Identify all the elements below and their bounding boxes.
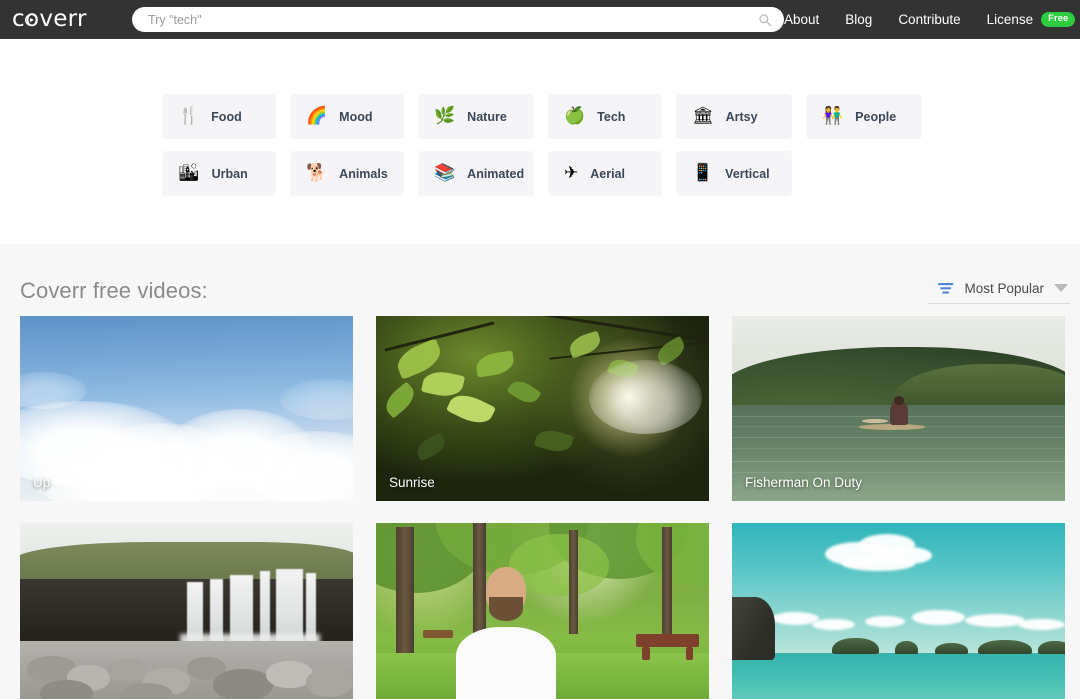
category-label: Artsy xyxy=(725,109,758,124)
logo[interactable]: coverr xyxy=(12,8,108,31)
sort-dropdown[interactable]: Most Popular xyxy=(928,281,1070,304)
rainbow-icon: 🌈 xyxy=(306,106,328,126)
video-gallery: Coverr free videos: Most Popular Up Sunr… xyxy=(0,244,1080,699)
category-label: Vertical xyxy=(725,166,770,181)
video-card[interactable]: Up xyxy=(20,316,353,501)
apple-icon: 🍏 xyxy=(564,106,586,126)
category-chip-nature[interactable]: 🌿 Nature xyxy=(418,94,534,139)
video-thumbnail-up xyxy=(20,316,353,501)
video-thumbnail-waterfall xyxy=(20,523,353,699)
dog-icon: 🐕 xyxy=(306,163,328,183)
sort-lines-icon[interactable] xyxy=(938,282,955,295)
category-chip-mood[interactable]: 🌈 Mood xyxy=(290,94,404,139)
video-card[interactable] xyxy=(20,523,353,699)
video-card[interactable] xyxy=(376,523,709,699)
nav-link-license[interactable]: License xyxy=(987,12,1034,27)
category-label: Nature xyxy=(467,109,507,124)
video-title: Up xyxy=(33,475,51,490)
video-thumbnail-fisherman xyxy=(732,316,1065,501)
category-label: People xyxy=(855,109,897,124)
category-chip-artsy[interactable]: 🏛 Artsy xyxy=(676,94,792,139)
chevron-down-icon[interactable] xyxy=(1054,284,1068,292)
category-label: Aerial xyxy=(590,166,625,181)
category-chip-tech[interactable]: 🍏 Tech xyxy=(548,94,662,139)
nav-link-license-group[interactable]: License Free xyxy=(987,12,1076,27)
site-header: coverr About Blog Contribute License Fre… xyxy=(0,0,1080,39)
video-thumbnail-sunrise xyxy=(376,316,709,501)
category-label: Tech xyxy=(597,109,626,124)
layers-icon: 📚 xyxy=(434,163,456,183)
main-nav: About Blog Contribute License Free xyxy=(784,12,1080,27)
play-circle-icon xyxy=(25,13,37,26)
search-icon[interactable] xyxy=(758,13,772,27)
video-title: Sunrise xyxy=(389,475,435,490)
phone-icon: 📱 xyxy=(692,163,714,183)
search-input[interactable] xyxy=(148,7,758,32)
category-row-1: 🍴 Food 🌈 Mood 🌿 Nature 🍏 Tech 🏛 Artsy 👫 xyxy=(162,94,922,139)
category-label: Animated xyxy=(467,166,525,181)
drone-icon: ✈ xyxy=(564,163,579,183)
category-chip-people[interactable]: 👫 People xyxy=(806,94,922,139)
category-chip-animals[interactable]: 🐕 Animals xyxy=(290,151,404,196)
free-badge: Free xyxy=(1041,12,1076,27)
category-label: Food xyxy=(211,109,242,124)
category-label: Mood xyxy=(339,109,373,124)
category-chip-aerial[interactable]: ✈ Aerial xyxy=(548,151,662,196)
nav-link-about[interactable]: About xyxy=(784,12,819,27)
category-chips: 🍴 Food 🌈 Mood 🌿 Nature 🍏 Tech 🏛 Artsy 👫 xyxy=(162,94,922,196)
nav-link-contribute[interactable]: Contribute xyxy=(898,12,960,27)
category-chip-urban[interactable]: 🏙 Urban xyxy=(162,151,276,196)
leaf-icon: 🌿 xyxy=(434,106,456,126)
category-label: Urban xyxy=(211,166,248,181)
search-bar[interactable] xyxy=(132,7,784,32)
category-chip-food[interactable]: 🍴 Food xyxy=(162,94,276,139)
video-card[interactable] xyxy=(732,523,1065,699)
column-icon: 🏛 xyxy=(692,106,714,126)
video-title: Fisherman On Duty xyxy=(745,475,863,490)
video-grid: Up Sunrise Fisherman On Duty xyxy=(10,316,1070,699)
category-chip-animated[interactable]: 📚 Animated xyxy=(418,151,534,196)
page-title: Coverr free videos: xyxy=(20,278,208,303)
sort-label: Most Popular xyxy=(964,281,1044,296)
video-card[interactable]: Fisherman On Duty xyxy=(732,316,1065,501)
city-icon: 🏙 xyxy=(178,163,200,183)
video-thumbnail-tropical xyxy=(732,523,1065,699)
category-section: 🍴 Food 🌈 Mood 🌿 Nature 🍏 Tech 🏛 Artsy 👫 xyxy=(0,39,1080,244)
food-icon: 🍴 xyxy=(178,106,200,126)
video-thumbnail-park xyxy=(376,523,709,699)
gallery-header: Coverr free videos: Most Popular xyxy=(10,244,1070,316)
logo-text: coverr xyxy=(12,6,87,32)
category-label: Animals xyxy=(339,166,388,181)
category-chip-vertical[interactable]: 📱 Vertical xyxy=(676,151,792,196)
nav-link-blog[interactable]: Blog xyxy=(845,12,872,27)
couple-icon: 👫 xyxy=(822,106,844,126)
video-card[interactable]: Sunrise xyxy=(376,316,709,501)
category-row-2: 🏙 Urban 🐕 Animals 📚 Animated ✈ Aerial 📱 … xyxy=(162,151,918,196)
